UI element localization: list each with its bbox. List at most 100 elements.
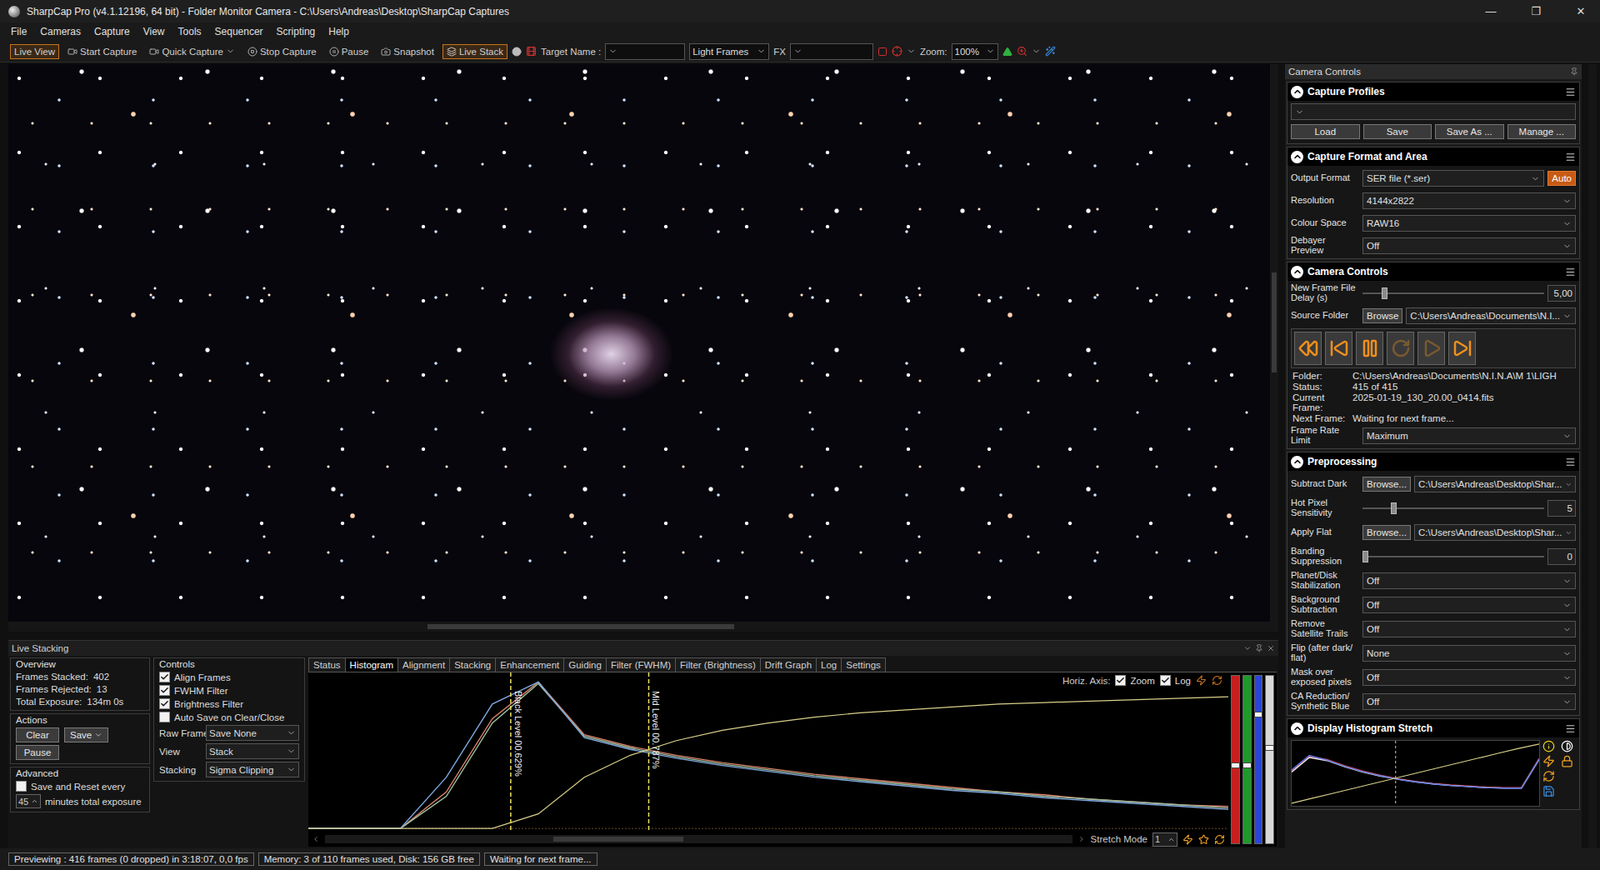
- axis-option[interactable]: Zoom: [1115, 675, 1155, 686]
- control-checkbox[interactable]: Brightness Filter: [159, 698, 300, 710]
- checkbox[interactable]: [1160, 675, 1171, 686]
- playback-button[interactable]: [1325, 331, 1353, 365]
- close-icon[interactable]: [1266, 644, 1275, 653]
- spin-icon[interactable]: [30, 797, 39, 805]
- file-select[interactable]: C:\Users\Andreas\Desktop\Shar...: [1414, 475, 1576, 493]
- checkbox[interactable]: [1115, 675, 1126, 686]
- window-control[interactable]: ✕: [1561, 0, 1600, 23]
- tab[interactable]: Filter (FWHM): [605, 657, 676, 672]
- tab[interactable]: Histogram: [345, 657, 399, 672]
- pin-icon[interactable]: [1570, 67, 1579, 76]
- zap-icon[interactable]: [1542, 755, 1555, 768]
- slider-handle[interactable]: [1265, 745, 1275, 751]
- menu-item[interactable]: Scripting: [270, 24, 322, 40]
- frame-type-select[interactable]: Light Frames: [689, 43, 770, 60]
- row-select[interactable]: Off: [1362, 669, 1576, 686]
- menu-item[interactable]: File: [5, 24, 33, 40]
- row-select[interactable]: Off: [1362, 237, 1576, 255]
- slider-handle[interactable]: [1242, 762, 1252, 769]
- tab[interactable]: Settings: [840, 657, 886, 672]
- profile-button[interactable]: Save: [1363, 124, 1433, 140]
- row-select[interactable]: Off: [1362, 620, 1576, 638]
- menu-icon[interactable]: [1565, 456, 1576, 468]
- section-header[interactable]: Camera Controls: [1287, 262, 1580, 281]
- slider-value[interactable]: 0: [1547, 548, 1576, 565]
- menu-item[interactable]: Cameras: [34, 24, 87, 40]
- channel-slider[interactable]: [1242, 675, 1252, 845]
- save-icon[interactable]: [1542, 785, 1555, 798]
- zoom-select[interactable]: 100%: [951, 43, 999, 60]
- control-checkbox[interactable]: FWHM Filter: [159, 685, 300, 696]
- live-view-button[interactable]: Live View: [10, 44, 60, 60]
- reset-icon[interactable]: [1211, 675, 1223, 686]
- row-select[interactable]: RAW16: [1362, 215, 1576, 232]
- menu-icon[interactable]: [1565, 86, 1576, 98]
- browse-button[interactable]: Browse...: [1362, 476, 1411, 492]
- square-icon[interactable]: [877, 46, 888, 57]
- tab[interactable]: Stacking: [449, 657, 496, 672]
- row-select[interactable]: Off: [1362, 693, 1576, 710]
- tab[interactable]: Guiding: [563, 657, 607, 672]
- toolbar-button[interactable]: Pause: [325, 44, 374, 60]
- channel-slider[interactable]: [1254, 675, 1264, 845]
- tab[interactable]: Alignment: [397, 657, 450, 672]
- section-header[interactable]: Capture Format and Area: [1287, 147, 1580, 166]
- dropdown-icon[interactable]: [1243, 644, 1252, 653]
- target-field[interactable]: [605, 43, 685, 60]
- zap-icon[interactable]: [1182, 834, 1194, 845]
- zoom-icon[interactable]: [1016, 45, 1028, 57]
- lock-icon[interactable]: [1560, 755, 1574, 768]
- profile-button[interactable]: Load: [1290, 124, 1360, 140]
- tab[interactable]: Status: [308, 657, 346, 672]
- playback-button[interactable]: [1417, 331, 1445, 365]
- toolbar-button[interactable]: Snapshot: [376, 44, 439, 60]
- tab[interactable]: Enhancement: [495, 657, 565, 672]
- checkbox[interactable]: [159, 711, 170, 723]
- slider-handle[interactable]: [1230, 762, 1240, 769]
- info-icon[interactable]: [1542, 740, 1555, 753]
- row-select[interactable]: None: [1362, 645, 1576, 662]
- action-button[interactable]: Clear: [15, 727, 60, 743]
- slider-thumb[interactable]: [1362, 550, 1369, 563]
- slider[interactable]: [1362, 550, 1545, 564]
- stretch-mode-spinner[interactable]: 1: [1152, 832, 1178, 847]
- section-header[interactable]: Capture Profiles: [1287, 82, 1580, 101]
- channel-slider[interactable]: [1230, 675, 1240, 845]
- profile-button[interactable]: Save As ...: [1435, 124, 1505, 140]
- auto-stretch-icon[interactable]: [1195, 675, 1207, 686]
- crosshair-icon[interactable]: [891, 45, 903, 57]
- row-select[interactable]: Maximum: [1362, 427, 1576, 445]
- folder-select[interactable]: C:\Users\Andreas\Documents\N.I...: [1405, 307, 1576, 325]
- record-icon[interactable]: [511, 46, 522, 57]
- histogram-icon[interactable]: [1002, 46, 1013, 57]
- slider[interactable]: [1362, 501, 1545, 515]
- menu-item[interactable]: Tools: [172, 24, 208, 40]
- save-reset-row[interactable]: Save and Reset every: [15, 780, 145, 792]
- tab[interactable]: Drift Graph: [760, 657, 817, 672]
- tab[interactable]: Log: [815, 657, 842, 672]
- profile-button[interactable]: Manage ...: [1507, 124, 1577, 140]
- checkbox[interactable]: [159, 685, 170, 696]
- slider-thumb[interactable]: [1381, 287, 1388, 300]
- scroll-right-icon[interactable]: [1077, 835, 1086, 844]
- playback-button[interactable]: [1294, 331, 1322, 365]
- toolbar-button[interactable]: Stop Capture: [243, 44, 321, 60]
- dropdown-icon[interactable]: [94, 730, 103, 740]
- star-icon[interactable]: [1198, 834, 1210, 845]
- minutes-spinner[interactable]: 45: [15, 794, 41, 809]
- scroll-thumb[interactable]: [1271, 272, 1277, 373]
- collapse-icon[interactable]: [1290, 85, 1304, 99]
- menu-item[interactable]: View: [137, 24, 171, 40]
- section-header[interactable]: Preprocessing: [1287, 452, 1580, 471]
- checkbox[interactable]: [159, 698, 170, 710]
- pin-icon[interactable]: [1255, 644, 1264, 653]
- row-select[interactable]: Off: [1362, 572, 1576, 590]
- checkbox[interactable]: [159, 671, 170, 683]
- slider-value[interactable]: 5: [1547, 500, 1576, 517]
- control-select[interactable]: Sigma Clipping: [205, 761, 300, 778]
- refresh-icon[interactable]: [1214, 834, 1225, 845]
- row-select[interactable]: 4144x2822: [1362, 192, 1576, 210]
- window-control[interactable]: ❐: [1516, 0, 1555, 23]
- section-header[interactable]: Display Histogram Stretch: [1287, 719, 1580, 738]
- scroll-left-icon[interactable]: [311, 835, 320, 844]
